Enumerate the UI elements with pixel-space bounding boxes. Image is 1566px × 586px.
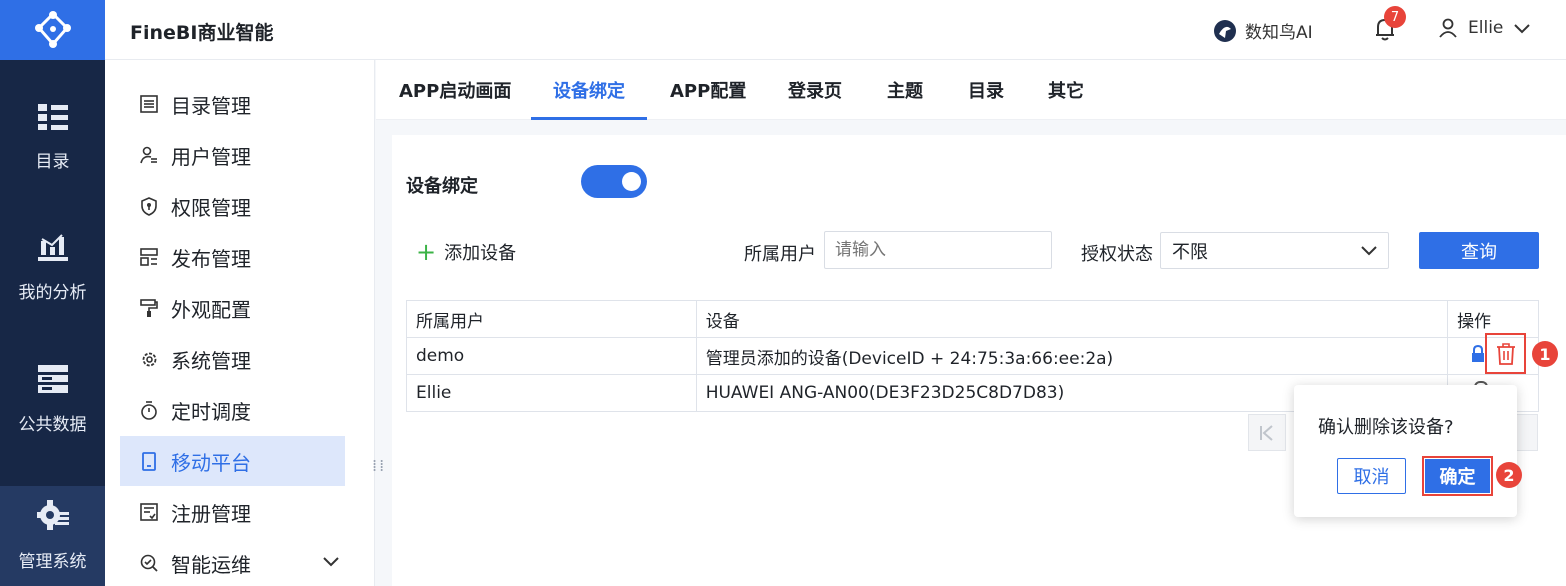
chevron-down-icon[interactable] [322, 555, 340, 567]
submenu-scheduled-tasks[interactable]: 定时调度 [120, 385, 345, 435]
ops-icon [139, 553, 159, 573]
submenu-publish-management[interactable]: 发布管理 [120, 232, 345, 282]
submenu-label: 移动平台 [171, 450, 251, 475]
submenu-user-management[interactable]: 用户管理 [120, 130, 345, 180]
header-user: 所属用户 [406, 300, 697, 338]
cell-device: 管理员添加的设备(DeviceID + 24:75:3a:66:ee:2a) [695, 337, 1449, 375]
submenu-label: 定时调度 [171, 399, 251, 424]
tab-login-page[interactable]: 登录页 [788, 60, 842, 119]
ai-assistant-button[interactable]: 数知鸟AI [1213, 18, 1313, 43]
cell-user: demo [406, 337, 697, 375]
tab-other[interactable]: 其它 [1048, 60, 1084, 119]
finebi-logo-icon[interactable] [0, 0, 105, 60]
top-header: FineBI商业智能 数知鸟AI 7 Ellie [105, 0, 1566, 60]
add-device-button[interactable]: + 添加设备 [416, 239, 516, 265]
submenu-system-management[interactable]: 系统管理 [120, 334, 345, 384]
confirm-button[interactable]: 确定 [1425, 459, 1490, 493]
step-badge-1: 1 [1532, 341, 1558, 367]
first-page-icon [1260, 424, 1273, 441]
submenu-label: 发布管理 [171, 246, 251, 271]
auth-status-select[interactable]: 不限 [1160, 232, 1389, 269]
chevron-down-icon [1361, 246, 1377, 256]
stopwatch-icon [139, 400, 159, 420]
tab-bar: APP启动画面 设备绑定 APP配置 登录页 主题 目录 其它 [376, 60, 1566, 120]
trash-icon[interactable] [1496, 342, 1516, 365]
device-binding-label: 设备绑定 [406, 176, 478, 197]
submenu-intelligent-ops[interactable]: 智能运维 [120, 538, 345, 586]
catalog-icon [37, 104, 68, 135]
first-page-button[interactable] [1248, 414, 1286, 451]
admin-submenu: 目录管理 用户管理 权限管理 发布管理 外观配置 系统管理 定时调度 移动平台 [105, 60, 375, 586]
app-root: 目录 我的分析 公共数据 管理系统 FineBI商业智能 数知鸟AI 7 Ell… [0, 0, 1566, 586]
analysis-chart-icon [37, 233, 68, 266]
submenu-catalog-management[interactable]: 目录管理 [120, 79, 345, 129]
nav-public-data[interactable]: 公共数据 [0, 350, 105, 450]
tab-catalog[interactable]: 目录 [968, 60, 1004, 119]
submenu-label: 权限管理 [171, 195, 251, 220]
mobile-icon [139, 451, 159, 471]
toggle-knob [622, 172, 641, 191]
submenu-label: 用户管理 [171, 144, 251, 169]
gear-icon [139, 349, 159, 369]
ai-assistant-label: 数知鸟AI [1245, 23, 1313, 43]
plus-icon: + [416, 238, 437, 266]
table-header-row: 所属用户 设备 操作 [406, 300, 1539, 338]
notification-badge: 7 [1384, 6, 1406, 28]
submenu-mobile-platform[interactable]: 移动平台 [120, 436, 345, 486]
lock-icon[interactable] [1471, 345, 1485, 363]
submenu-label: 注册管理 [171, 501, 251, 526]
database-icon [37, 365, 68, 398]
delete-highlight-frame [1485, 333, 1526, 374]
paint-roller-icon [139, 298, 159, 318]
ai-bird-icon [1214, 19, 1236, 42]
cell-user: Ellie [406, 374, 697, 412]
admin-gear-icon [36, 500, 69, 535]
user-list-icon [139, 145, 159, 165]
header-device: 设备 [695, 300, 1449, 338]
table-row: demo 管理员添加的设备(DeviceID + 24:75:3a:66:ee:… [406, 337, 1539, 375]
add-device-label: 添加设备 [444, 243, 517, 264]
left-navigation: 目录 我的分析 公共数据 管理系统 [0, 0, 105, 586]
tab-app-config[interactable]: APP配置 [670, 60, 746, 119]
confirm-message: 确认删除该设备? [1318, 417, 1454, 438]
submenu-appearance-config[interactable]: 外观配置 [120, 283, 345, 333]
app-title: FineBI商业智能 [130, 22, 274, 44]
submenu-label: 系统管理 [171, 348, 251, 373]
user-name: Ellie [1468, 18, 1504, 38]
publish-icon [139, 247, 159, 267]
nav-catalog-label: 目录 [35, 152, 70, 172]
submenu-registration-management[interactable]: 注册管理 [120, 487, 345, 537]
tab-theme[interactable]: 主题 [887, 60, 923, 119]
submenu-label: 智能运维 [171, 552, 251, 577]
auth-status-label: 授权状态 [1081, 244, 1153, 265]
query-button[interactable]: 查询 [1419, 232, 1539, 269]
nav-admin-system-label: 管理系统 [18, 552, 87, 572]
submenu-permission-management[interactable]: 权限管理 [120, 181, 345, 231]
user-filter-label: 所属用户 [744, 244, 816, 265]
shield-icon [139, 196, 159, 216]
list-icon [139, 94, 159, 114]
step-badge-2: 2 [1496, 462, 1522, 488]
user-icon [1439, 18, 1457, 38]
tab-device-binding[interactable]: 设备绑定 [531, 60, 647, 120]
submenu-label: 外观配置 [171, 297, 251, 322]
submenu-label: 目录管理 [171, 93, 251, 118]
resize-handle[interactable]: ⁞⁞ [372, 458, 386, 474]
user-filter-input[interactable] [824, 231, 1052, 269]
nav-admin-system[interactable]: 管理系统 [0, 486, 105, 586]
auth-status-value: 不限 [1172, 241, 1208, 263]
nav-public-data-label: 公共数据 [18, 415, 87, 435]
delete-confirm-popover: 确认删除该设备? 取消 确定 [1294, 385, 1517, 517]
cancel-button[interactable]: 取消 [1337, 458, 1406, 494]
device-binding-toggle[interactable] [581, 165, 647, 198]
nav-my-analysis-label: 我的分析 [18, 283, 87, 303]
tab-app-splash[interactable]: APP启动画面 [399, 60, 511, 119]
user-menu[interactable]: Ellie [1438, 18, 1531, 38]
nav-catalog[interactable]: 目录 [0, 88, 105, 188]
nav-my-analysis[interactable]: 我的分析 [0, 218, 105, 318]
chevron-down-icon [1514, 24, 1531, 34]
header-actions: 操作 [1447, 300, 1539, 338]
register-icon [139, 502, 159, 522]
